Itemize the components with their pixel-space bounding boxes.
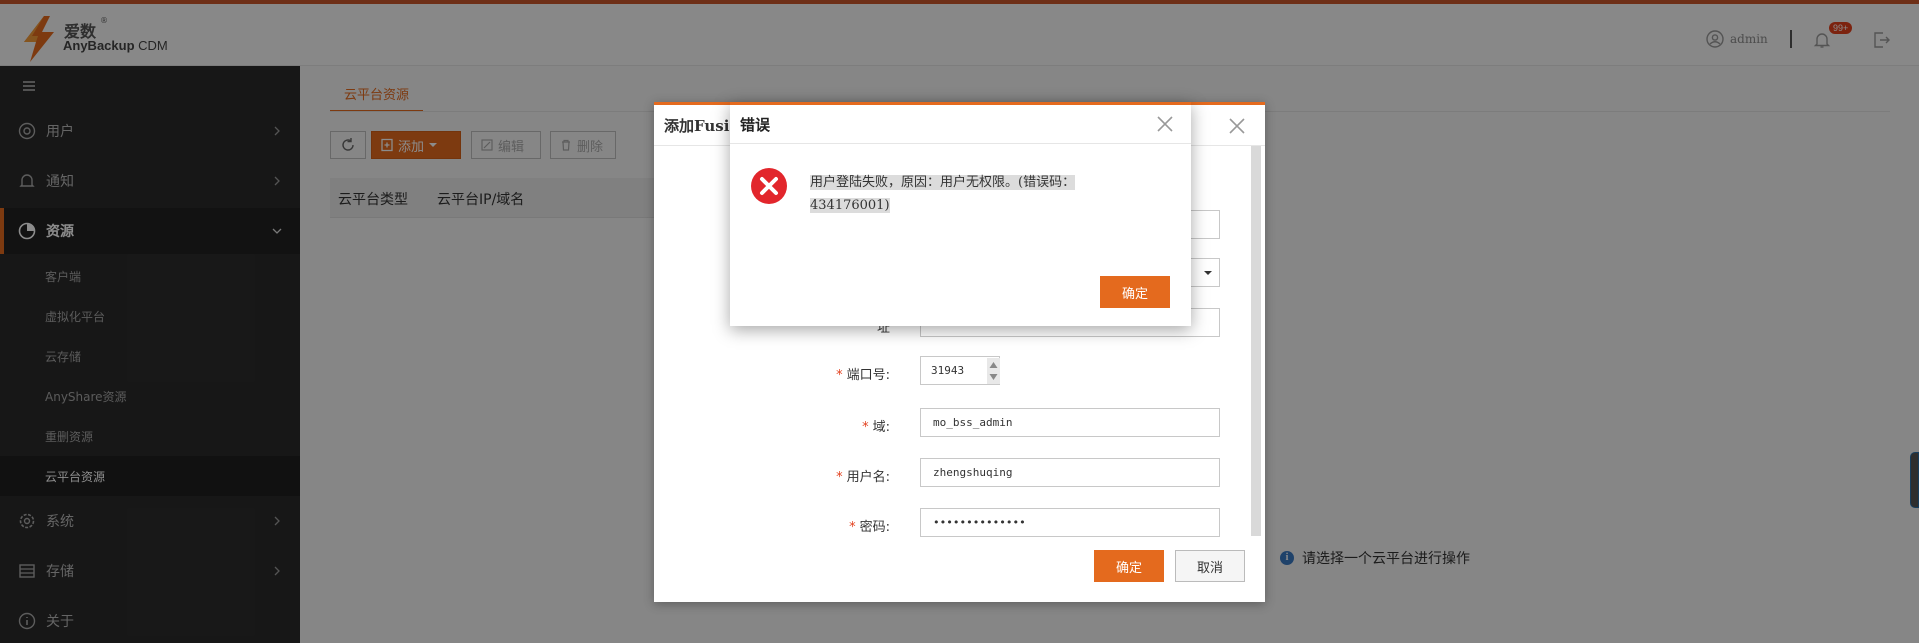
domain-label: * 域:: [862, 420, 890, 435]
error-dialog: 错误 用户登陆失败，原因：用户无权限。(错误码：434176001) 确定: [730, 102, 1191, 326]
port-label: * 端口号:: [836, 368, 890, 383]
domain-input[interactable]: mo_bss_admin: [920, 408, 1220, 437]
error-message: 用户登陆失败，原因：用户无权限。(错误码：434176001): [810, 175, 1076, 213]
password-label: * 密码:: [849, 520, 890, 535]
stepper-arrows-icon[interactable]: [987, 358, 1000, 384]
error-dialog-ok-button[interactable]: 确定: [1100, 276, 1170, 308]
dialog-scrollbar[interactable]: [1251, 146, 1261, 536]
password-input[interactable]: ••••••••••••••: [920, 508, 1220, 537]
close-icon[interactable]: [1226, 115, 1248, 137]
error-icon: [751, 168, 787, 204]
close-icon[interactable]: [1154, 113, 1176, 135]
port-value: 31943: [931, 364, 965, 377]
dialog-divider: [730, 143, 1191, 144]
caret-down-icon: [1204, 271, 1212, 275]
port-stepper[interactable]: 31943: [920, 356, 1000, 385]
username-input[interactable]: zhengshuqing: [920, 458, 1220, 487]
username-label: * 用户名:: [836, 470, 890, 485]
add-dialog-ok-button[interactable]: 确定: [1094, 550, 1164, 582]
error-dialog-title: 错误: [740, 116, 771, 134]
add-dialog-cancel-button[interactable]: 取消: [1175, 550, 1245, 582]
dialog-title: 添加Fusio: [664, 117, 740, 135]
